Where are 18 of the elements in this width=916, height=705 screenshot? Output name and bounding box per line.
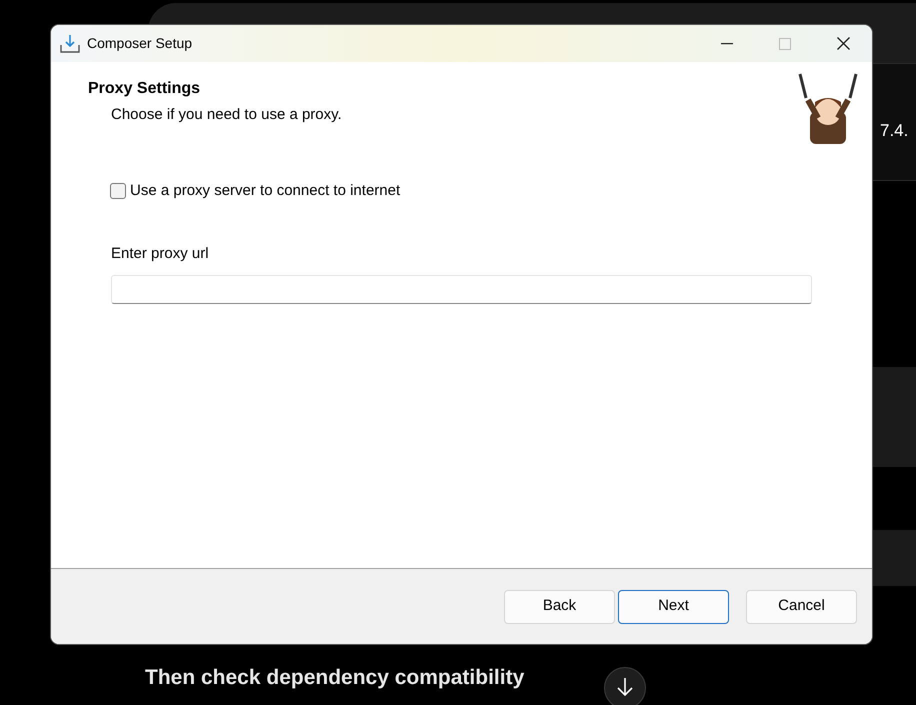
maximize-icon: [779, 38, 791, 50]
dialog-button[interactable]: Back: [504, 590, 615, 624]
close-icon: [836, 37, 850, 50]
dialog-button[interactable]: Next: [618, 590, 729, 624]
arrow-down-icon: [616, 677, 634, 697]
page-subheading: Choose if you need to use a proxy.: [111, 105, 343, 125]
proxy-checkbox[interactable]: [110, 182, 126, 199]
proxy-url-field[interactable]: [111, 274, 812, 304]
minimize-icon: [721, 42, 733, 44]
checkbox-label: Use a proxy server to connect to internet: [130, 180, 400, 200]
download-icon: [60, 34, 80, 54]
window-title: Composer Setup: [87, 34, 192, 53]
page-heading: Proxy Settings: [88, 79, 202, 99]
background-text: 7.4.: [880, 120, 908, 142]
caption-text: Then check dependency compatibility: [145, 665, 524, 691]
scroll-down-button[interactable]: [604, 667, 646, 705]
dialog-button[interactable]: Cancel: [746, 590, 857, 624]
field-label: Enter proxy url: [111, 244, 210, 264]
